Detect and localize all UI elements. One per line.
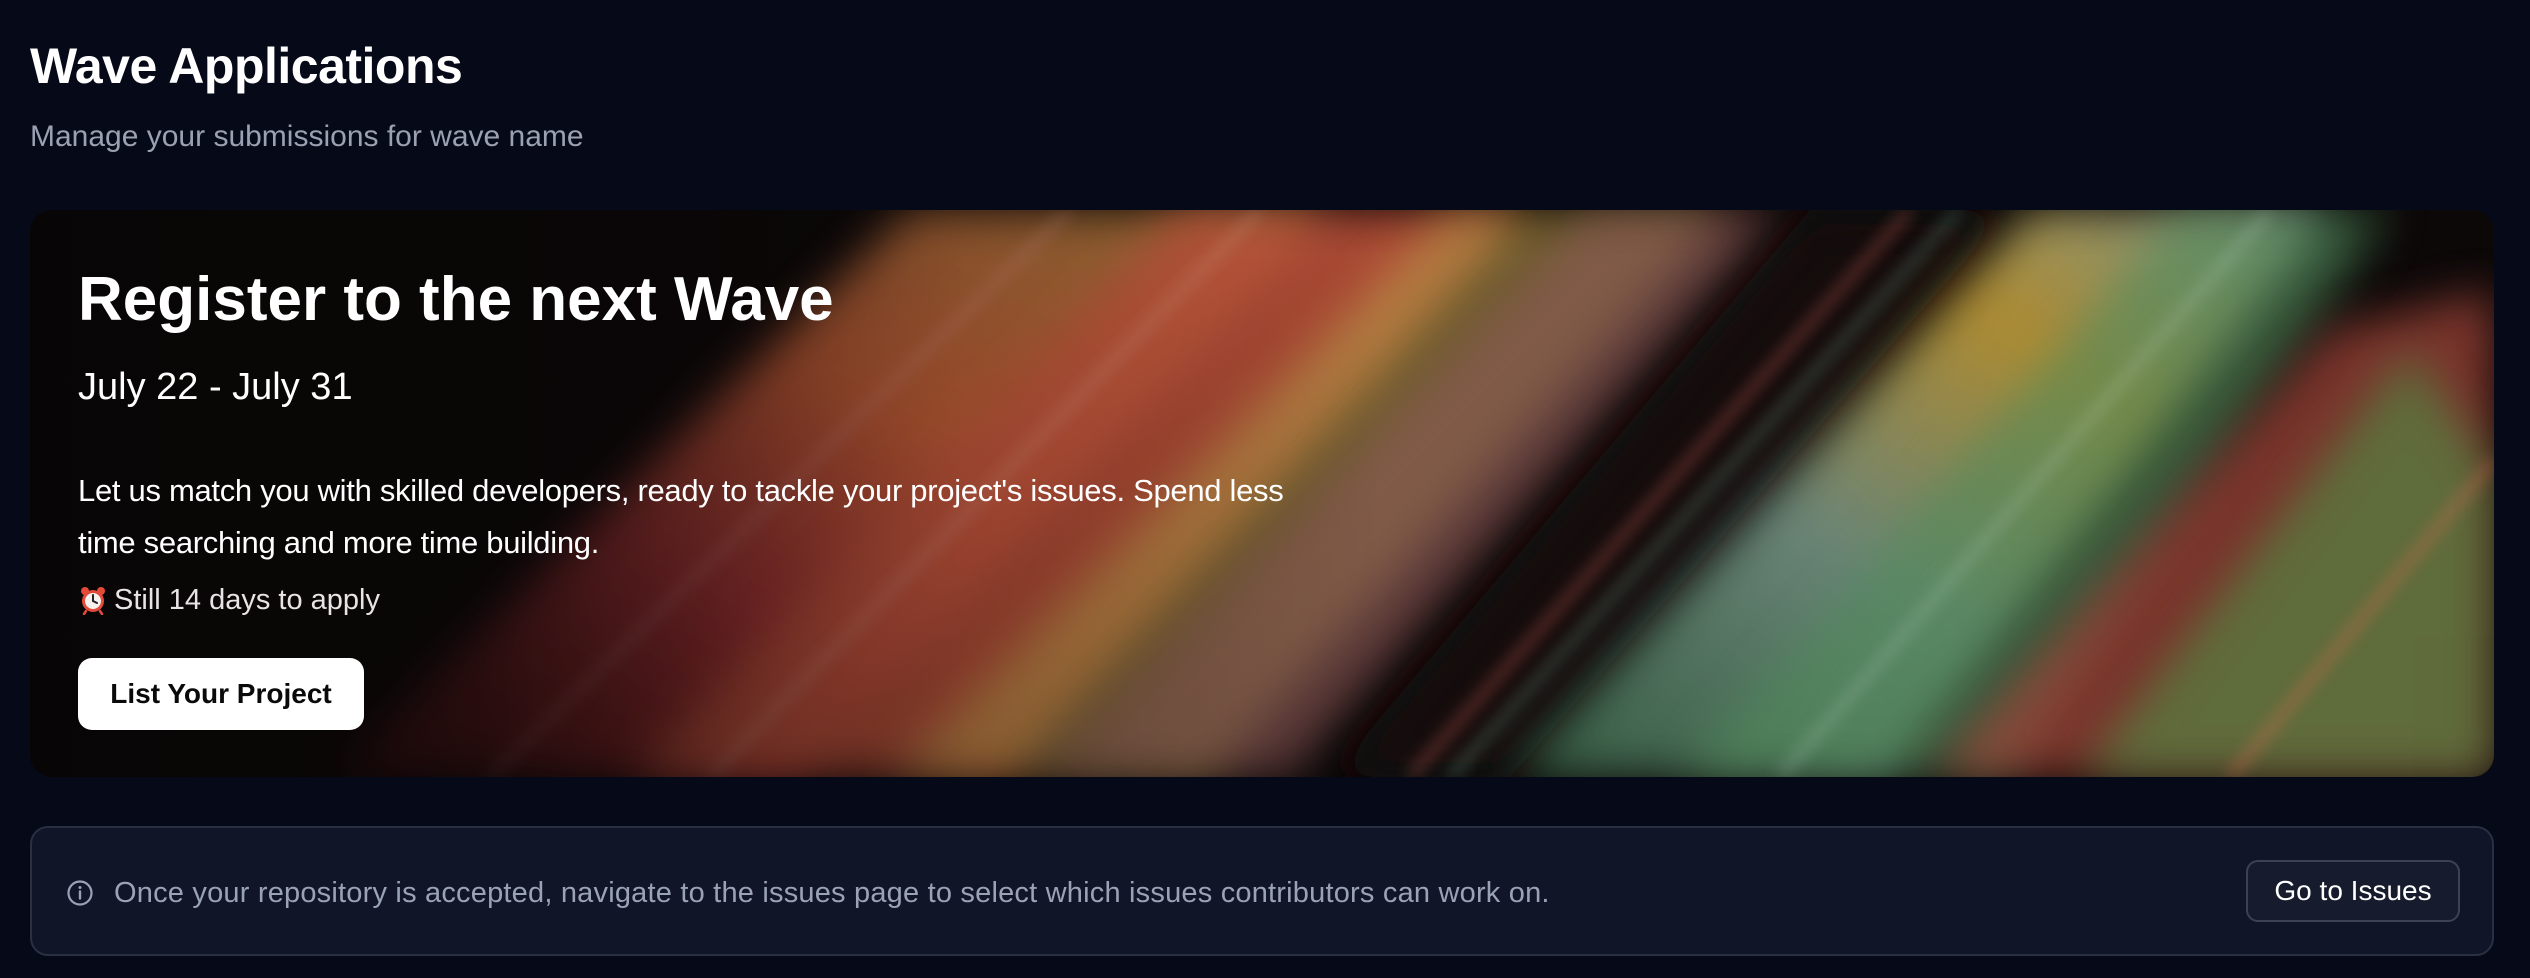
- list-your-project-button[interactable]: List Your Project: [78, 658, 364, 730]
- banner-description: Let us match you with skilled developers…: [78, 473, 1284, 560]
- alarm-clock-icon: [78, 585, 108, 616]
- page-title: Wave Applications: [30, 38, 463, 94]
- application-countdown: Still 14 days to apply: [78, 580, 380, 620]
- repository-info-bar: Once your repository is accepted, naviga…: [30, 826, 2494, 956]
- wave-applications-page: Wave Applications Manage your submission…: [0, 0, 2530, 978]
- go-to-issues-button[interactable]: Go to Issues: [2246, 860, 2460, 922]
- info-message: Once your repository is accepted, naviga…: [114, 877, 1550, 909]
- page-subtitle: Manage your submissions for wave name: [30, 120, 584, 153]
- info-circle-icon: [66, 879, 94, 907]
- countdown-text: Still 14 days to apply: [114, 584, 380, 616]
- banner-dates: July 22 - July 31: [78, 366, 353, 408]
- register-wave-banner: Register to the next Wave July 22 - July…: [30, 210, 2494, 777]
- banner-title: Register to the next Wave: [78, 265, 834, 334]
